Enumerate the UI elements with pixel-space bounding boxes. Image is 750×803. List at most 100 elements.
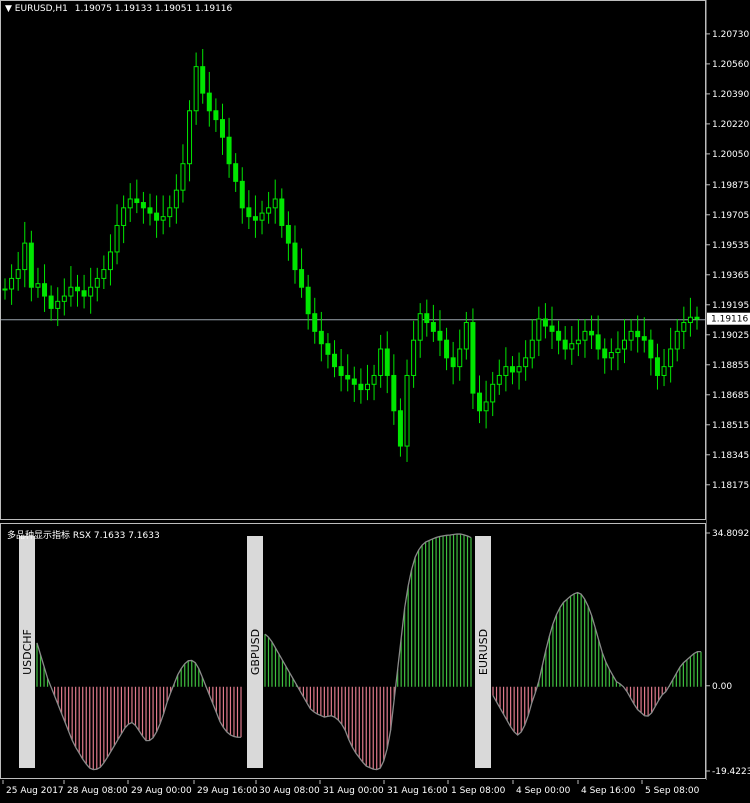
candle [325,333,331,369]
symbol-tag-gbpusd: GBPUSD [247,536,263,768]
price-tick-label: 1.18515 [712,421,749,431]
candle [542,303,548,339]
candle [661,349,667,387]
price-tick-label: 1.19195 [712,301,749,311]
price-tick-label: 1.18345 [712,451,749,461]
price-tick-label: 1.20220 [712,120,749,130]
price-tick-label: 1.20050 [712,150,749,160]
candle [595,315,601,360]
candle [200,49,206,104]
rsx-histogram: USDCHF GBPUSD EURUSD [19,533,702,771]
candle [154,195,160,238]
candle [68,266,74,307]
time-tick-label: 1 Sep 08:00 [451,786,506,796]
candle [358,368,364,404]
price-tick-label: 1.18685 [712,391,749,401]
candle [536,306,542,357]
price-tick-label: 1.18855 [712,361,749,371]
candle [490,371,496,417]
indicator-pane[interactable]: USDCHF GBPUSD EURUSD 多品种显示指标 RSX 7.1633 7.… [0,523,706,779]
candle [523,340,529,381]
candle [648,329,654,376]
candle [74,274,80,307]
candle [272,179,278,224]
candle [9,264,15,305]
price-tick-label: 1.19875 [712,181,749,191]
candle [55,287,61,327]
candle [668,327,674,383]
symbol-tag-eurusd: EURUSD [475,536,491,768]
candle [635,315,641,353]
indicator-tick-label: -19.4223 [712,767,750,777]
candle [22,221,28,288]
price-axis[interactable]: 1.20730 1.20560 1.20390 1.20220 1.20050 1.198… [705,0,750,780]
candle [411,320,417,388]
candle [378,334,384,388]
price-tick-label: 1.20730 [712,30,749,40]
candle [42,264,48,312]
time-tick-label: 25 Aug 2017 [6,786,64,796]
candle [556,320,562,355]
candle [213,98,219,132]
symbol-label: EURUSD,H1 [14,4,68,14]
candle [160,195,166,235]
candle [371,364,377,401]
candle [477,375,483,424]
price-tick-label: 1.19025 [712,331,749,341]
candle [641,317,647,353]
candle [2,278,8,300]
price-tick-label: 1.18175 [712,481,749,491]
candle [694,306,700,330]
candle [61,278,67,316]
candle [549,306,555,349]
svg-text:1.19116: 1.19116 [711,315,748,325]
candle [28,230,34,302]
price-tick-label: 1.19535 [712,241,749,251]
candle [114,204,120,265]
svg-text:USDCHF: USDCHF [21,629,34,675]
candle [94,267,100,302]
candle [529,319,535,369]
candlestick-chart [1,49,705,462]
candle [470,308,476,409]
candle [259,200,265,235]
dropdown-triangle-icon[interactable]: ▼ [5,4,12,14]
candle [81,274,87,309]
candle [246,190,252,229]
indicator-tick-label: 0.00 [712,682,732,692]
candle [417,303,423,358]
candle [292,225,298,284]
candle [239,167,245,224]
indicator-title: 多品种显示指标 RSX 7.1633 7.1633 [7,531,160,541]
candle [615,331,621,371]
candle [285,211,291,261]
time-tick-label: 30 Aug 08:00 [259,786,320,796]
candle [681,306,687,349]
price-chart-pane[interactable]: ▼ EURUSD,H1 1.19075 1.19133 1.19051 1.19… [0,0,706,520]
price-tick-label: 1.19365 [712,271,749,281]
time-axis[interactable]: 25 Aug 2017 28 Aug 08:00 29 Aug 00:00 29 Au… [0,780,750,800]
candle [430,304,436,342]
candle [127,183,133,222]
candle [608,338,614,371]
candle [654,343,660,390]
candle [193,52,199,125]
time-tick-label: 29 Aug 00:00 [131,786,192,796]
candle [509,356,515,385]
candle [444,327,450,371]
candle [457,329,463,381]
candle [305,274,311,330]
candle [516,352,522,390]
candle [140,191,146,224]
candle [332,340,338,378]
svg-text:EURUSD: EURUSD [477,629,490,675]
price-tick-label: 1.19705 [712,211,749,221]
price-tick-label: 1.20560 [712,60,749,70]
candle [582,319,588,358]
candle [628,319,634,351]
candle [397,398,403,457]
symbol-header: ▼ EURUSD,H1 1.19075 1.19133 1.19051 1.19… [5,4,232,14]
symbol-tag-usdchf: USDCHF [19,536,35,768]
candle [180,144,186,203]
candle [279,188,285,238]
